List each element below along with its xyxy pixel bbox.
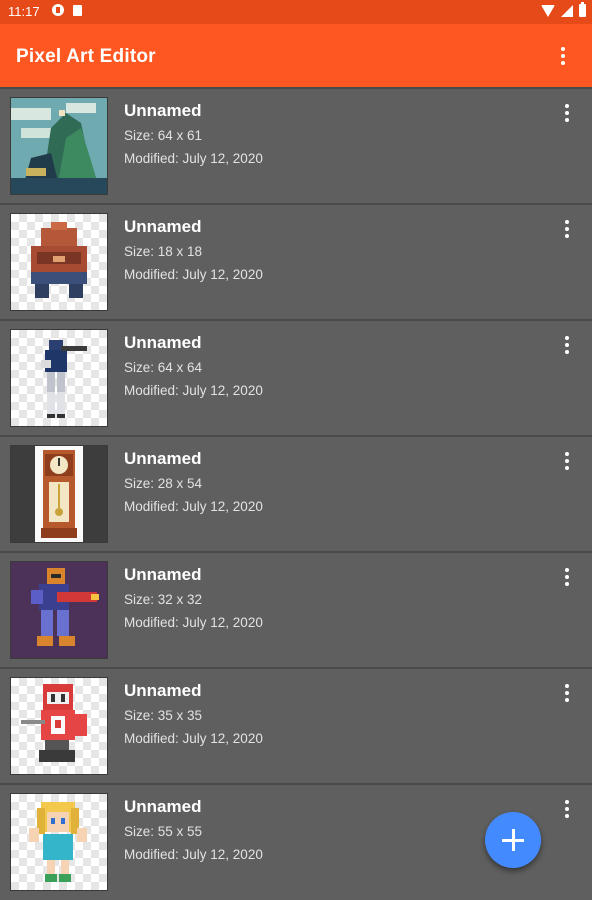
status-bar: 11:17 [0,0,592,24]
item-menu-icon[interactable] [555,565,579,589]
app-notification-icon [52,4,64,16]
item-menu-icon[interactable] [555,333,579,357]
thumbnail-blonde-girl [10,793,108,891]
file-name: Unnamed [124,449,202,468]
file-name: Unnamed [124,101,202,120]
armored-gunner-image [11,562,107,658]
item-menu-icon[interactable] [555,217,579,241]
thumbnail-grandfather-clock [10,445,108,543]
file-modified: Modified: July 12, 2020 [124,499,263,514]
sd-card-icon [72,4,84,17]
status-icons [541,2,586,17]
file-modified: Modified: July 12, 2020 [124,383,263,398]
soldier-image [41,340,87,418]
file-modified: Modified: July 12, 2020 [124,847,263,862]
file-size: Size: 64 x 61 [124,128,203,143]
thumbnail-soldier [10,329,108,427]
thumbnail-robot [10,213,108,311]
grandfather-clock-image [35,446,83,542]
file-list: Unnamed Size: 64 x 61 Modified: July 12,… [0,87,592,900]
signal-icon [561,4,573,17]
file-modified: Modified: July 12, 2020 [124,151,263,166]
file-size: Size: 35 x 35 [124,708,203,723]
wifi-icon [541,4,555,17]
thumbnail-armored-gunner [10,561,108,659]
list-item[interactable]: Unnamed Size: 64 x 64 Modified: July 12,… [0,319,592,435]
app-title: Pixel Art Editor [16,46,156,67]
status-time: 11:17 [8,4,40,19]
overflow-menu-icon[interactable] [551,44,575,68]
red-knight-image [21,684,87,762]
list-item[interactable]: Unnamed Size: 35 x 35 Modified: July 12,… [0,667,592,783]
file-size: Size: 18 x 18 [124,244,203,259]
list-item[interactable]: Unnamed Size: 28 x 54 Modified: July 12,… [0,435,592,551]
file-modified: Modified: July 12, 2020 [124,267,263,282]
item-menu-icon[interactable] [555,101,579,125]
file-name: Unnamed [124,681,202,700]
item-menu-icon[interactable] [555,797,579,821]
list-item[interactable]: Unnamed Size: 32 x 32 Modified: July 12,… [0,551,592,667]
file-size: Size: 64 x 64 [124,360,203,375]
add-file-button[interactable] [485,812,541,868]
item-menu-icon[interactable] [555,681,579,705]
file-modified: Modified: July 12, 2020 [124,731,263,746]
thumbnail-landscape [10,97,108,195]
landscape-image [11,98,107,194]
list-item[interactable]: Unnamed Size: 18 x 18 Modified: July 12,… [0,203,592,319]
file-name: Unnamed [124,333,202,352]
file-size: Size: 55 x 55 [124,824,203,839]
thumbnail-red-knight [10,677,108,775]
file-size: Size: 28 x 54 [124,476,203,491]
item-menu-icon[interactable] [555,449,579,473]
file-name: Unnamed [124,217,202,236]
file-modified: Modified: July 12, 2020 [124,615,263,630]
file-name: Unnamed [124,565,202,584]
file-size: Size: 32 x 32 [124,592,203,607]
robot-image [31,222,87,298]
battery-icon [579,2,586,17]
file-name: Unnamed [124,797,202,816]
list-item[interactable]: Unnamed Size: 64 x 61 Modified: July 12,… [0,87,592,203]
app-bar: Pixel Art Editor [0,24,592,87]
blonde-girl-image [29,802,87,882]
